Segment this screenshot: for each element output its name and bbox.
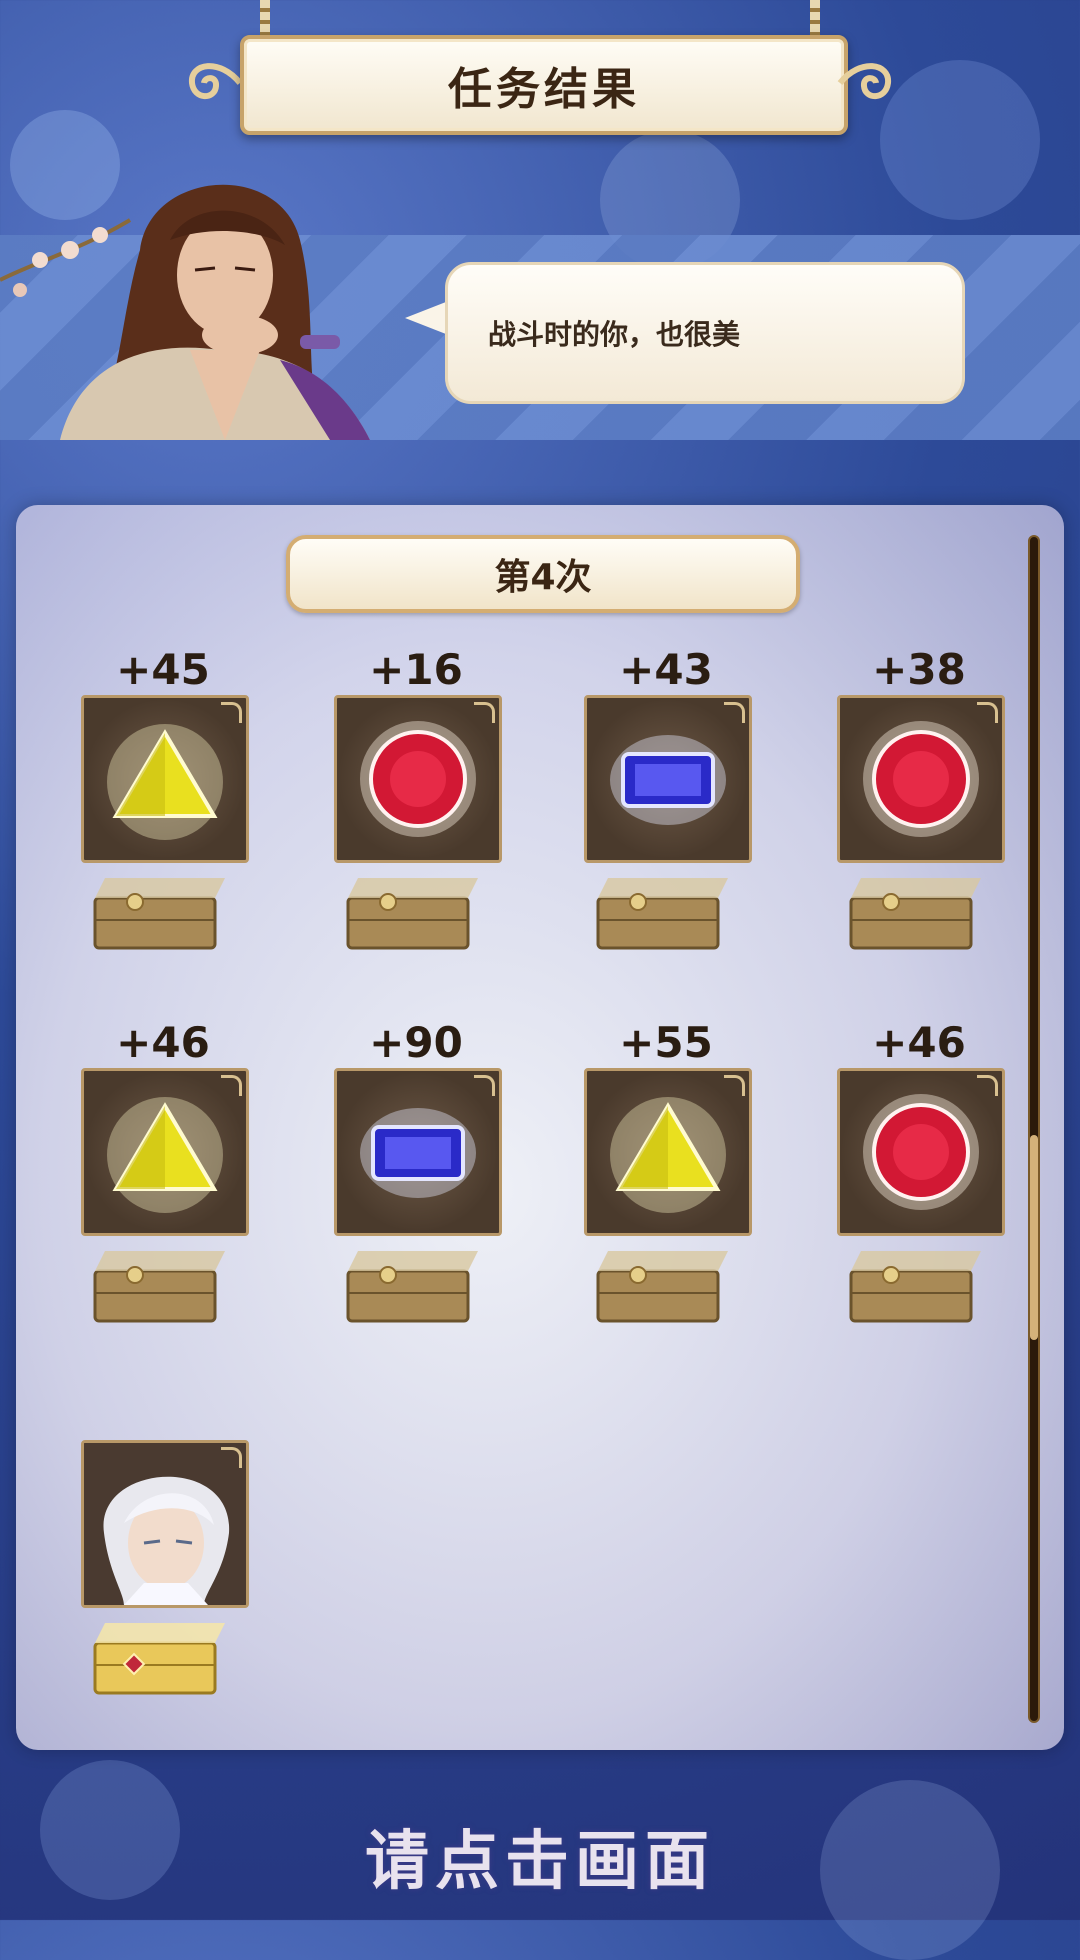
- bokeh-light: [880, 60, 1040, 220]
- round-label: 第4次: [494, 557, 592, 598]
- wooden-chest-icon: [93, 878, 225, 950]
- gold-chest-icon: [93, 1623, 225, 1695]
- wooden-chest-icon: [346, 878, 478, 950]
- chain-left: [260, 0, 270, 40]
- scrollbar-track[interactable]: [1028, 535, 1040, 1723]
- wooden-chest-icon: [849, 1251, 981, 1323]
- page-title: 任务结果: [448, 64, 640, 115]
- reward-amount: +46: [116, 1018, 210, 1067]
- title-plaque: 任务结果: [180, 0, 900, 140]
- character-card-portrait: [84, 1443, 246, 1605]
- reward-tile: [837, 1068, 1005, 1236]
- reward-amount: +16: [369, 645, 463, 694]
- yellow-triangle-gem-icon: [107, 1097, 223, 1213]
- reward-amount: +90: [369, 1018, 463, 1067]
- scrollbar-thumb[interactable]: [1030, 1135, 1038, 1340]
- yellow-triangle-gem-icon: [610, 1097, 726, 1213]
- reward-tile: [81, 695, 249, 863]
- results-panel[interactable]: 第4次 +45 +16 +43 +38 +46 +90 +55 +46: [16, 505, 1064, 1750]
- red-round-gem-icon: [360, 721, 476, 837]
- blue-rect-gem-icon: [360, 1108, 476, 1198]
- reward-amount: +46: [872, 1018, 966, 1067]
- speech-bubble: 战斗时的你，也很美: [445, 262, 965, 404]
- wooden-chest-icon: [346, 1251, 478, 1323]
- scroll-ornament-right-icon: [837, 63, 892, 100]
- reward-amount: +45: [116, 645, 210, 694]
- wooden-chest-icon: [849, 878, 981, 950]
- reward-tile: [584, 695, 752, 863]
- reward-tile: [584, 1068, 752, 1236]
- reward-amount: +55: [619, 1018, 713, 1067]
- wooden-chest-icon: [596, 878, 728, 950]
- red-round-gem-icon: [863, 1094, 979, 1210]
- reward-tile: [837, 695, 1005, 863]
- character-portrait: [0, 160, 390, 440]
- yellow-triangle-gem-icon: [107, 724, 223, 840]
- character-card: [81, 1440, 249, 1608]
- blue-rect-gem-icon: [610, 735, 726, 825]
- reward-amount: +38: [872, 645, 966, 694]
- wooden-chest-icon: [93, 1251, 225, 1323]
- reward-tile: [334, 695, 502, 863]
- chain-right: [810, 0, 820, 40]
- tap-screen-prompt[interactable]: 请点击画面: [0, 1810, 1080, 1902]
- round-plaque: 第4次: [286, 535, 800, 613]
- reward-tile: [81, 1068, 249, 1236]
- title-plaque-body: 任务结果: [240, 35, 848, 135]
- reward-amount: +43: [619, 645, 713, 694]
- reward-tile: [334, 1068, 502, 1236]
- wooden-chest-icon: [596, 1251, 728, 1323]
- red-round-gem-icon: [863, 721, 979, 837]
- dialogue-text: 战斗时的你，也很美: [488, 318, 741, 351]
